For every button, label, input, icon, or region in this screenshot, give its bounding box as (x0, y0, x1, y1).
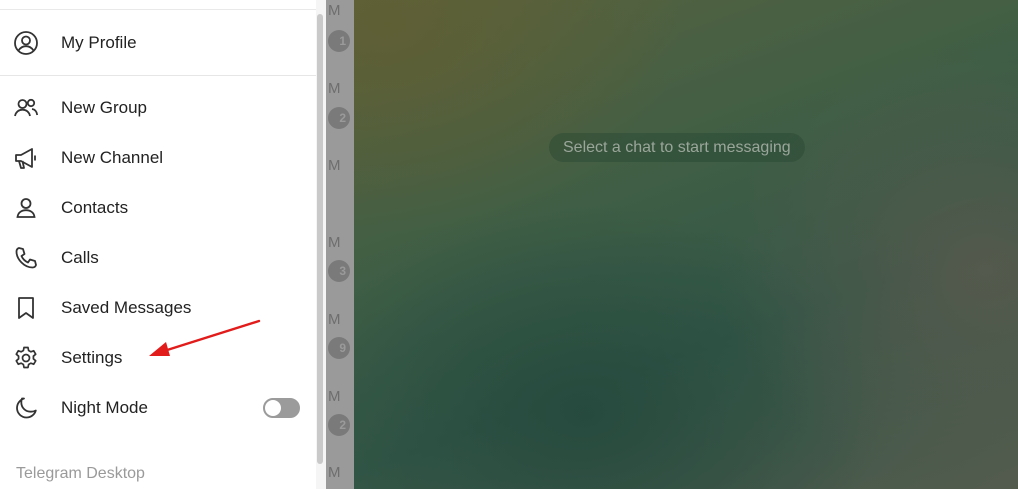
menu-divider (0, 75, 316, 76)
menu-item-my-profile[interactable]: My Profile (0, 21, 316, 65)
unread-badge: 2 (328, 414, 350, 436)
unread-badge: 1 (328, 30, 350, 52)
menu-item-night-mode[interactable]: Night Mode (0, 386, 316, 430)
menu-item-label: Settings (61, 348, 123, 367)
menu-item-calls[interactable]: Calls (0, 236, 316, 280)
profile-icon (12, 29, 40, 57)
menu-item-contacts[interactable]: Contacts (0, 186, 316, 230)
chat-time: M (328, 157, 341, 174)
unread-badge: 9 (328, 337, 350, 359)
unread-badge: 2 (328, 107, 350, 129)
phone-icon (12, 244, 40, 272)
chat-time: M (328, 311, 341, 328)
megaphone-icon (12, 144, 40, 172)
menu-item-label: Saved Messages (61, 298, 192, 317)
menu-item-label: Calls (61, 248, 99, 267)
menu-scrollbar-thumb[interactable] (317, 14, 323, 464)
menu-item-new-channel[interactable]: New Channel (0, 136, 316, 180)
menu-top-border (0, 9, 316, 10)
night-mode-toggle[interactable] (263, 398, 300, 418)
menu-item-label: New Group (61, 98, 147, 117)
unread-badge: 3 (328, 260, 350, 282)
moon-icon (12, 394, 40, 422)
person-icon (12, 194, 40, 222)
chat-time: M (328, 234, 341, 251)
menu-item-new-group[interactable]: New Group (0, 86, 316, 130)
chat-time: M (328, 464, 341, 481)
main-menu: My Profile New Group New Channel Contact… (0, 0, 316, 489)
menu-item-label: My Profile (61, 33, 137, 52)
chat-time: M (328, 2, 341, 19)
chat-time: M (328, 80, 341, 97)
menu-item-label: Night Mode (61, 398, 148, 417)
group-icon (12, 94, 40, 122)
empty-chat-hint: Select a chat to start messaging (549, 133, 805, 162)
toggle-knob (265, 400, 281, 416)
menu-item-settings[interactable]: Settings (0, 336, 316, 380)
menu-item-label: New Channel (61, 148, 164, 167)
chat-background: Select a chat to start messaging (354, 0, 1018, 489)
chat-time: M (328, 388, 341, 405)
menu-item-saved-messages[interactable]: Saved Messages (0, 286, 316, 330)
bookmark-icon (12, 294, 40, 322)
app-version-footer: Telegram Desktop (16, 465, 145, 482)
gear-icon (12, 344, 40, 372)
menu-item-label: Contacts (61, 198, 129, 217)
